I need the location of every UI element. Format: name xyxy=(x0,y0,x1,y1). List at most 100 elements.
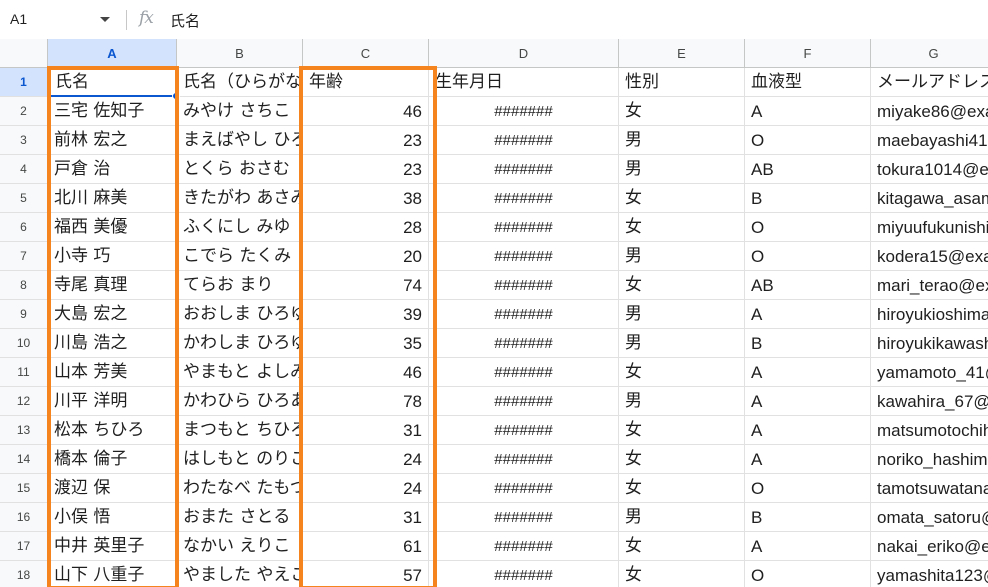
cell-name[interactable]: 三宅 佐知子 xyxy=(48,97,177,126)
cell-blood-type[interactable]: B xyxy=(745,184,871,213)
cell-sex[interactable]: 女 xyxy=(619,532,745,561)
cell-sex[interactable]: 男 xyxy=(619,387,745,416)
chevron-down-icon[interactable] xyxy=(100,17,110,22)
column-header-g[interactable]: G xyxy=(871,39,988,68)
cell-kana[interactable]: かわひら ひろあき xyxy=(177,387,303,416)
cell-email[interactable]: kawahira_67@example.com xyxy=(871,387,988,416)
cell-kana[interactable]: わたなべ たもつ xyxy=(177,474,303,503)
cell-birthdate[interactable]: ####### xyxy=(429,155,619,184)
cell-name[interactable]: 渡辺 保 xyxy=(48,474,177,503)
cell-birthdate[interactable]: ####### xyxy=(429,126,619,155)
cell-blood-type[interactable]: B xyxy=(745,503,871,532)
cell-name[interactable]: 川平 洋明 xyxy=(48,387,177,416)
cell-age[interactable]: 23 xyxy=(303,155,429,184)
cell-sex[interactable]: 女 xyxy=(619,445,745,474)
cell-age[interactable]: 46 xyxy=(303,358,429,387)
row-header[interactable]: 10 xyxy=(0,329,48,358)
row-header[interactable]: 13 xyxy=(0,416,48,445)
cell-email[interactable]: miyake86@example.com xyxy=(871,97,988,126)
cell-email[interactable]: miyuufukunishi@example.com xyxy=(871,213,988,242)
cell-birthdate[interactable]: ####### xyxy=(429,271,619,300)
cell-kana[interactable]: おおしま ひろゆき xyxy=(177,300,303,329)
cell-age[interactable]: 31 xyxy=(303,416,429,445)
cell-birthdate[interactable]: ####### xyxy=(429,532,619,561)
cell-birthdate[interactable]: ####### xyxy=(429,358,619,387)
cell-age[interactable]: 61 xyxy=(303,532,429,561)
cell-kana[interactable]: やました やえこ xyxy=(177,561,303,587)
cell-age[interactable]: 31 xyxy=(303,503,429,532)
cell-name[interactable]: 山本 芳美 xyxy=(48,358,177,387)
cell-kana[interactable]: やまもと よしみ xyxy=(177,358,303,387)
cell-blood-type[interactable]: A xyxy=(745,445,871,474)
cell-blood-type[interactable]: A xyxy=(745,416,871,445)
cell-sex[interactable]: 女 xyxy=(619,184,745,213)
cell-email[interactable]: hiroyukikawashima@example.com xyxy=(871,329,988,358)
cell-name[interactable]: 山下 八重子 xyxy=(48,561,177,587)
cell-sex[interactable]: 男 xyxy=(619,503,745,532)
cell-sex[interactable]: 女 xyxy=(619,474,745,503)
row-header[interactable]: 11 xyxy=(0,358,48,387)
cell-name[interactable]: 小寺 巧 xyxy=(48,242,177,271)
cell-sex[interactable]: 女 xyxy=(619,213,745,242)
header-cell-birthdate[interactable]: 生年月日 xyxy=(429,68,619,97)
cell-name[interactable]: 福西 美優 xyxy=(48,213,177,242)
cell-blood-type[interactable]: A xyxy=(745,387,871,416)
cell-sex[interactable]: 男 xyxy=(619,329,745,358)
cell-kana[interactable]: とくら おさむ xyxy=(177,155,303,184)
cell-kana[interactable]: きたがわ あさみ xyxy=(177,184,303,213)
header-cell-sex[interactable]: 性別 xyxy=(619,68,745,97)
cell-email[interactable]: yamamoto_41@example.com xyxy=(871,358,988,387)
row-header[interactable]: 3 xyxy=(0,126,48,155)
cell-email[interactable]: kitagawa_asami@example.com xyxy=(871,184,988,213)
cell-sex[interactable]: 女 xyxy=(619,416,745,445)
cell-email[interactable]: mari_terao@example.com xyxy=(871,271,988,300)
cell-email[interactable]: maebayashi41@example.com xyxy=(871,126,988,155)
column-header-d[interactable]: D xyxy=(429,39,619,68)
row-header[interactable]: 9 xyxy=(0,300,48,329)
cell-birthdate[interactable]: ####### xyxy=(429,300,619,329)
cell-sex[interactable]: 女 xyxy=(619,97,745,126)
cell-blood-type[interactable]: B xyxy=(745,329,871,358)
header-cell-blood-type[interactable]: 血液型 xyxy=(745,68,871,97)
cell-birthdate[interactable]: ####### xyxy=(429,97,619,126)
cell-age[interactable]: 35 xyxy=(303,329,429,358)
cell-sex[interactable]: 男 xyxy=(619,126,745,155)
cell-sex[interactable]: 男 xyxy=(619,300,745,329)
cell-kana[interactable]: おまた さとる xyxy=(177,503,303,532)
cell-email[interactable]: omata_satoru@example.com xyxy=(871,503,988,532)
header-cell-kana[interactable]: 氏名（ひらがな） xyxy=(177,68,303,97)
cell-blood-type[interactable]: AB xyxy=(745,271,871,300)
cell-blood-type[interactable]: O xyxy=(745,242,871,271)
cell-blood-type[interactable]: A xyxy=(745,532,871,561)
cell-blood-type[interactable]: O xyxy=(745,126,871,155)
column-header-c[interactable]: C xyxy=(303,39,429,68)
cell-age[interactable]: 38 xyxy=(303,184,429,213)
cell-email[interactable]: hiroyukioshima@example.com xyxy=(871,300,988,329)
cell-name[interactable]: 川島 浩之 xyxy=(48,329,177,358)
cell-blood-type[interactable]: O xyxy=(745,474,871,503)
cell-birthdate[interactable]: ####### xyxy=(429,503,619,532)
row-header[interactable]: 15 xyxy=(0,474,48,503)
cell-kana[interactable]: ふくにし みゆ xyxy=(177,213,303,242)
cell-birthdate[interactable]: ####### xyxy=(429,445,619,474)
row-header[interactable]: 16 xyxy=(0,503,48,532)
cell-age[interactable]: 78 xyxy=(303,387,429,416)
cell-sex[interactable]: 女 xyxy=(619,561,745,587)
cell-age[interactable]: 24 xyxy=(303,445,429,474)
row-header[interactable]: 7 xyxy=(0,242,48,271)
column-header-f[interactable]: F xyxy=(745,39,871,68)
cell-kana[interactable]: なかい えりこ xyxy=(177,532,303,561)
row-header[interactable]: 17 xyxy=(0,532,48,561)
cell-age[interactable]: 24 xyxy=(303,474,429,503)
formula-input[interactable]: 氏名 xyxy=(170,10,200,31)
cell-age[interactable]: 74 xyxy=(303,271,429,300)
cell-birthdate[interactable]: ####### xyxy=(429,416,619,445)
cell-kana[interactable]: はしもと のりこ xyxy=(177,445,303,474)
cell-name[interactable]: 橋本 倫子 xyxy=(48,445,177,474)
select-all-corner[interactable] xyxy=(0,39,48,68)
cell-birthdate[interactable]: ####### xyxy=(429,184,619,213)
cell-name[interactable]: 小俣 悟 xyxy=(48,503,177,532)
cell-age[interactable]: 20 xyxy=(303,242,429,271)
row-header[interactable]: 12 xyxy=(0,387,48,416)
cell-email[interactable]: nakai_eriko@example.com xyxy=(871,532,988,561)
